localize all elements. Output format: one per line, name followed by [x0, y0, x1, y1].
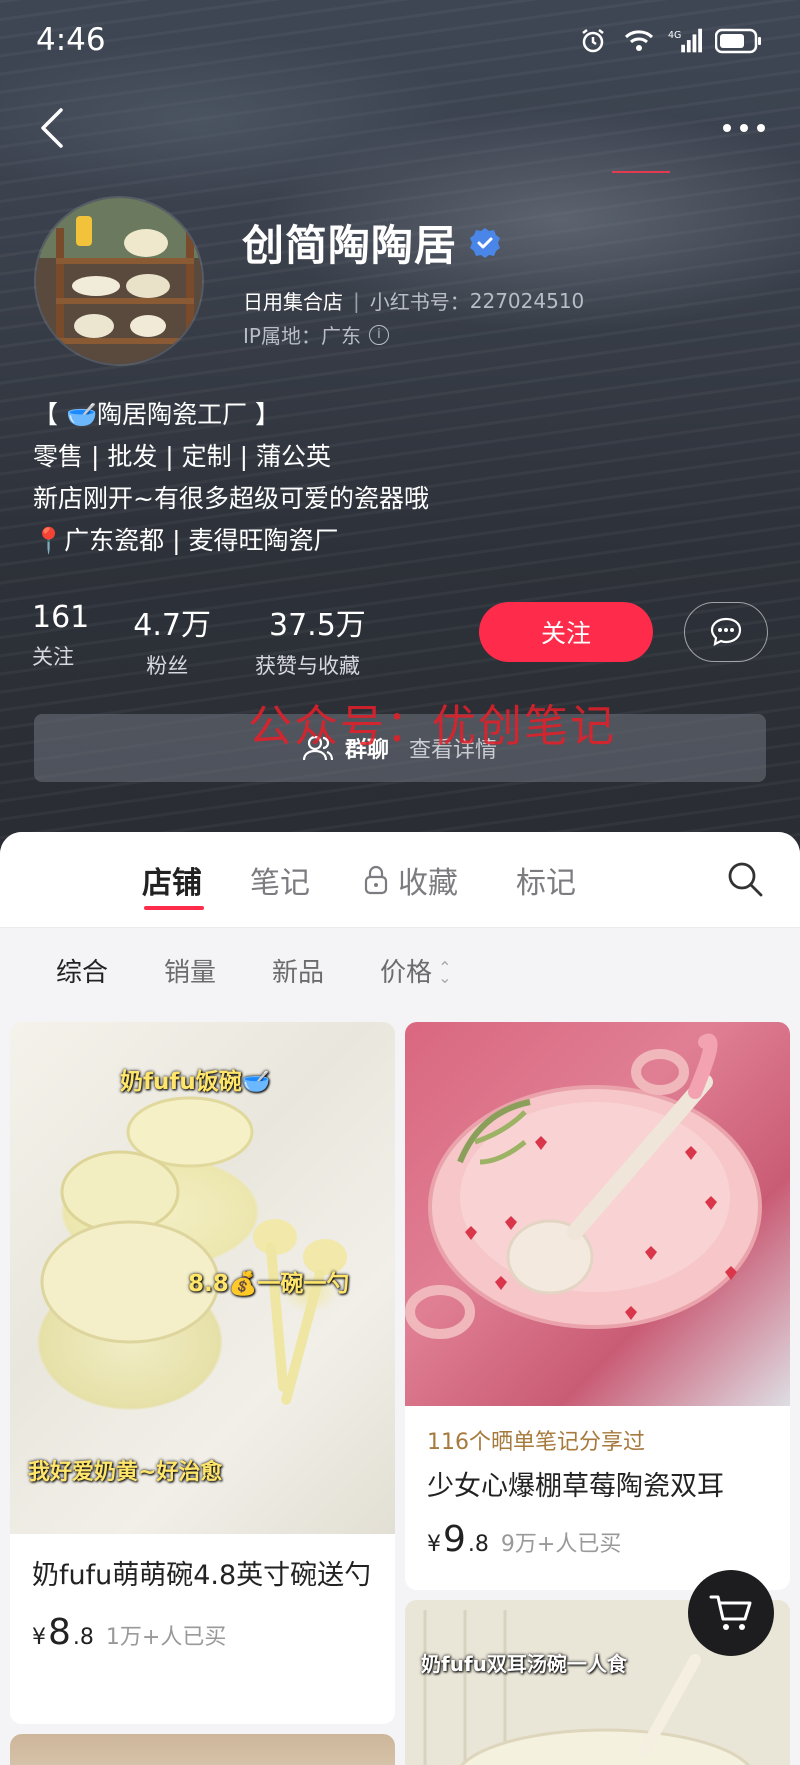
- stat-following[interactable]: 161 关注: [32, 600, 89, 680]
- image-caption: 奶fufu双耳汤碗一人食: [421, 1652, 627, 1676]
- stat-number: 37.5万: [268, 608, 366, 643]
- message-button[interactable]: [684, 602, 768, 662]
- filter-overall[interactable]: 综合: [56, 952, 108, 989]
- tab-collections-label: 收藏: [398, 866, 458, 901]
- more-options-button[interactable]: [712, 100, 776, 156]
- product-title: 少女心爆棚草莓陶瓷双耳: [427, 1471, 724, 1502]
- battery-icon: [714, 24, 764, 58]
- info-icon[interactable]: i: [368, 324, 389, 345]
- product-image: [10, 1734, 395, 1765]
- price-integer: 9: [443, 1519, 466, 1560]
- xhs-id-label: 小红书号：: [369, 290, 470, 314]
- product-card[interactable]: [10, 1734, 395, 1765]
- tab-shop[interactable]: 店铺: [142, 858, 202, 902]
- back-button[interactable]: [30, 100, 74, 156]
- alarm-icon: [576, 24, 610, 58]
- stat-label: 关注: [32, 645, 74, 669]
- meta-divider: |: [353, 288, 360, 313]
- product-image: [405, 1022, 790, 1406]
- sort-updown-icon: ⌃ ⌄: [438, 958, 452, 987]
- stat-label: 获赞与收藏: [254, 654, 360, 678]
- shop-name: 创简陶陶居: [242, 221, 458, 270]
- stat-followers[interactable]: 4.7万 粉丝: [133, 600, 211, 680]
- chat-bubble-icon: [710, 617, 742, 646]
- svg-text:4G: 4G: [668, 30, 681, 41]
- price-decimal: .8: [467, 1532, 489, 1557]
- bio-line: 零售 | 批发 | 定制 | 蒲公英: [33, 442, 331, 471]
- cellular-signal-icon: 4G: [668, 24, 702, 58]
- price-row: ¥ 9 .8 9万+人已买: [427, 1519, 768, 1560]
- stat-label: 粉丝: [146, 654, 189, 678]
- tab-collections[interactable]: 收藏: [364, 858, 458, 902]
- shop-bio: 【 🥣陶居陶瓷工厂 】 零售 | 批发 | 定制 | 蒲公英 新店刚开~有很多超…: [33, 394, 429, 562]
- xhs-id[interactable]: 227024510: [470, 289, 585, 313]
- stat-likes-collects[interactable]: 37.5万 获赞与收藏: [255, 600, 366, 680]
- price-row: ¥ 8 .8 1万+人已买: [32, 1612, 373, 1653]
- currency-symbol: ¥: [32, 1625, 46, 1650]
- active-tab-indicator: [144, 906, 204, 910]
- product-title: 奶fufu萌萌碗4.8英寸碗送勺: [32, 1560, 372, 1591]
- profile-stats: 161 关注 4.7万 粉丝 37.5万 获赞与收藏: [32, 600, 366, 680]
- shop-avatar[interactable]: [34, 196, 204, 366]
- product-image: 奶fufu饭碗🥣 8.8💰一碗一勺 我好爱奶黄~好治愈: [10, 1022, 395, 1534]
- ip-label: IP属地：: [243, 324, 321, 348]
- search-icon[interactable]: [726, 860, 764, 898]
- bio-line: 新店刚开~有很多超级可爱的瓷器哦: [33, 484, 429, 513]
- image-caption: 8.8💰一碗一勺: [188, 1271, 350, 1297]
- tab-notes[interactable]: 笔记: [250, 858, 310, 902]
- shop-meta: 日用集合店 | 小红书号： 227024510: [243, 286, 584, 315]
- lock-icon: [364, 865, 388, 895]
- shop-content-panel: 店铺 笔记 收藏 标记 综合 销量 新品 价格 ⌃ ⌄ 奶fufu饭碗🥣 8.8…: [0, 832, 800, 1765]
- stat-number: 4.7万: [133, 608, 211, 643]
- shared-notes-count: 116个晒单笔记分享过: [427, 1430, 645, 1455]
- image-caption: 我好爱奶黄~好治愈: [28, 1460, 223, 1485]
- filter-price-label: 价格: [380, 957, 433, 988]
- shop-name-row: 创简陶陶居: [242, 212, 501, 273]
- wifi-icon: [622, 24, 656, 58]
- sort-filters: 综合 销量 新品 价格 ⌃ ⌄: [0, 928, 800, 1012]
- ip-location: 广东: [320, 324, 361, 348]
- filter-price[interactable]: 价格 ⌃ ⌄: [380, 952, 451, 989]
- filter-new[interactable]: 新品: [272, 952, 324, 989]
- bio-line: 【 🥣陶居陶瓷工厂 】: [33, 400, 281, 429]
- stat-number: 161: [32, 600, 90, 635]
- shopping-cart-button[interactable]: [688, 1570, 774, 1656]
- verified-badge-icon: [470, 227, 501, 258]
- decorative-line: [612, 171, 670, 173]
- tab-marks[interactable]: 标记: [516, 858, 576, 902]
- status-time: 4:46: [36, 22, 106, 58]
- status-icons: 4G: [576, 24, 764, 58]
- watermark-text: 公众号：优创笔记: [248, 701, 616, 752]
- currency-symbol: ¥: [427, 1532, 441, 1557]
- filter-sales[interactable]: 销量: [164, 952, 216, 989]
- price-decimal: .8: [72, 1625, 94, 1650]
- follow-button[interactable]: 关注: [479, 602, 653, 662]
- chevron-left-icon: [41, 108, 63, 148]
- product-card[interactable]: 116个晒单笔记分享过 少女心爆棚草莓陶瓷双耳 ¥ 9 .8 9万+人已买: [405, 1022, 790, 1590]
- store-type: 日用集合店: [243, 290, 343, 314]
- sold-count: 1万+人已买: [105, 1625, 227, 1650]
- cart-icon: [709, 1595, 752, 1630]
- price-integer: 8: [48, 1612, 71, 1653]
- product-card[interactable]: 奶fufu饭碗🥣 8.8💰一碗一勺 我好爱奶黄~好治愈 奶fufu萌萌碗4.8英…: [10, 1022, 395, 1724]
- bio-line: 📍广东瓷都 | 麦得旺陶瓷厂: [33, 526, 339, 555]
- image-caption: 奶fufu饭碗🥣: [120, 1069, 271, 1095]
- ip-location-row: IP属地：广东 i: [243, 320, 389, 349]
- more-dots-icon: [723, 124, 765, 132]
- sold-count: 9万+人已买: [500, 1532, 622, 1557]
- profile-tabs: 店铺 笔记 收藏 标记: [0, 832, 800, 928]
- status-bar: 4:46 4G: [0, 0, 800, 86]
